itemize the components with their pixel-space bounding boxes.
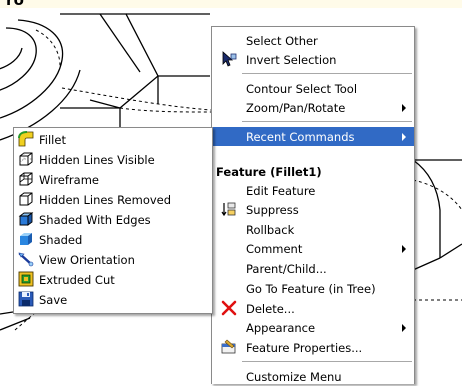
menu-item-label: Edit Feature — [246, 183, 316, 198]
submenu-item-fillet[interactable]: Fillet — [14, 130, 212, 149]
menu-item-label: Recent Commands — [246, 129, 355, 144]
menu-item-select-other[interactable]: Select Other — [212, 31, 414, 50]
menu-item-label: Zoom/Pan/Rotate — [246, 100, 346, 115]
submenu-item-label: Hidden Lines Removed — [39, 192, 172, 207]
menu-item-parent-child[interactable]: Parent/Child... — [212, 259, 414, 278]
cropped-heading: ro — [0, 0, 462, 8]
menu-separator — [242, 121, 412, 122]
submenu-item-label: View Orientation — [39, 252, 135, 267]
submenu-item-extruded-cut[interactable]: Extruded Cut — [14, 270, 212, 289]
menu-item-label: Invert Selection — [246, 52, 337, 67]
submenu-item-label: Shaded — [39, 232, 83, 247]
submenu-item-hidden-lines-visible[interactable]: Hidden Lines Visible — [14, 150, 212, 169]
menu-item-label: Feature Properties... — [246, 340, 363, 355]
invert-selection-icon — [221, 51, 237, 67]
menu-item-edit-feature[interactable]: Edit Feature — [212, 181, 414, 200]
menu-separator — [242, 73, 412, 74]
menu-header-feature: Feature (Fillet1) — [212, 162, 414, 181]
shaded-with-edges-icon — [18, 211, 34, 227]
submenu-item-label: Fillet — [39, 132, 66, 147]
submenu-item-shaded[interactable]: Shaded — [14, 230, 212, 249]
menu-item-rollback[interactable]: Rollback — [212, 220, 414, 239]
submenu-arrow-icon — [402, 324, 406, 332]
submenu-item-label: Wireframe — [39, 172, 99, 187]
menu-item-label: Go To Feature (in Tree) — [246, 281, 376, 296]
menu-item-label: Comment — [246, 241, 303, 256]
menu-item-feature-properties[interactable]: Feature Properties... — [212, 338, 414, 357]
extruded-cut-icon — [18, 271, 34, 287]
menu-item-label: Customize Menu — [246, 369, 342, 384]
submenu-item-hidden-lines-removed[interactable]: Hidden Lines Removed — [14, 190, 212, 209]
context-menu: Select Other Invert Selection Contour Se… — [211, 26, 415, 384]
submenu-item-view-orientation[interactable]: View Orientation — [14, 250, 212, 269]
cropped-heading-text: ro — [6, 0, 24, 8]
menu-item-comment[interactable]: Comment — [212, 239, 414, 258]
hidden-lines-removed-icon — [18, 191, 34, 207]
hidden-lines-visible-icon — [18, 151, 34, 167]
submenu-item-label: Hidden Lines Visible — [39, 152, 155, 167]
menu-item-label: Suppress — [246, 202, 299, 217]
submenu-item-wireframe[interactable]: Wireframe — [14, 170, 212, 189]
menu-item-label: Select Other — [246, 33, 318, 48]
suppress-icon — [221, 201, 237, 217]
menu-item-customize-menu[interactable]: Customize Menu — [212, 367, 414, 386]
wireframe-icon — [18, 171, 34, 187]
menu-item-label: Delete... — [246, 301, 295, 316]
menu-item-label: Parent/Child... — [246, 261, 327, 276]
menu-separator — [242, 361, 412, 362]
menu-item-invert-selection[interactable]: Invert Selection — [212, 50, 414, 69]
view-orientation-icon — [18, 251, 34, 267]
submenu-item-save[interactable]: Save — [14, 290, 212, 309]
save-icon — [18, 291, 34, 307]
feature-properties-icon — [221, 339, 237, 355]
submenu-item-label: Shaded With Edges — [39, 212, 151, 227]
menu-item-label: Rollback — [246, 222, 295, 237]
recent-commands-submenu: Fillet Hidden Lines Visible Wireframe Hi… — [13, 127, 213, 314]
menu-item-contour-select-tool[interactable]: Contour Select Tool — [212, 79, 414, 98]
submenu-item-shaded-with-edges[interactable]: Shaded With Edges — [14, 210, 212, 229]
menu-item-label: Contour Select Tool — [246, 81, 358, 96]
shaded-icon — [18, 231, 34, 247]
menu-header-label: Feature (Fillet1) — [216, 164, 322, 179]
submenu-arrow-icon — [402, 104, 406, 112]
menu-item-go-to-feature[interactable]: Go To Feature (in Tree) — [212, 279, 414, 298]
fillet-icon — [18, 131, 34, 147]
menu-item-suppress[interactable]: Suppress — [212, 200, 414, 219]
menu-item-appearance[interactable]: Appearance — [212, 318, 414, 337]
menu-item-recent-commands[interactable]: Recent Commands — [212, 127, 414, 146]
menu-item-zoom-pan-rotate[interactable]: Zoom/Pan/Rotate — [212, 98, 414, 117]
menu-item-label: Appearance — [246, 320, 316, 335]
submenu-arrow-icon — [402, 245, 406, 253]
submenu-item-label: Save — [39, 292, 68, 307]
menu-item-delete[interactable]: Delete... — [212, 299, 414, 318]
delete-icon — [221, 300, 237, 316]
submenu-arrow-icon — [402, 133, 406, 141]
submenu-item-label: Extruded Cut — [39, 272, 115, 287]
